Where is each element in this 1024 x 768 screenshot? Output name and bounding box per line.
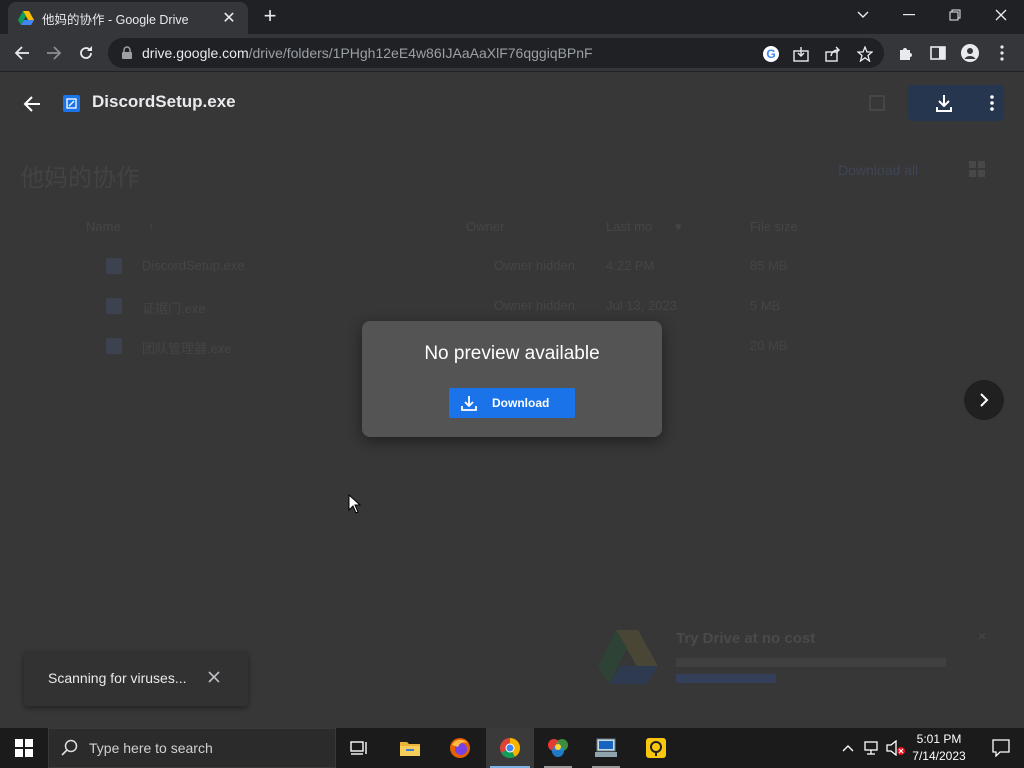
download-button[interactable]: Download — [449, 388, 575, 418]
svg-text:G: G — [766, 47, 775, 61]
volume-muted-icon[interactable] — [884, 728, 908, 768]
forward-nav-icon[interactable] — [40, 39, 68, 67]
file-row: DiscordSetup.exe Owner hidden 4:22 PM 85… — [106, 256, 826, 278]
browser-tab-strip: 他妈的协作 - Google Drive ✕ + — [0, 0, 1024, 34]
side-panel-icon[interactable] — [924, 39, 952, 67]
bookmark-star-icon[interactable] — [854, 43, 876, 65]
try-drive-promo: Try Drive at no cost × — [598, 628, 998, 698]
chrome-icon[interactable] — [486, 728, 534, 768]
reload-icon[interactable] — [72, 39, 100, 67]
more-options-icon[interactable] — [980, 91, 1004, 115]
file-row: 证据门.exe Owner hidden Jul 13, 2023 5 MB — [106, 296, 826, 318]
file-name: DiscordSetup.exe — [142, 258, 245, 273]
taskbar-search[interactable]: Type here to search — [48, 728, 336, 768]
exe-file-icon — [106, 258, 122, 274]
tab-search-icon[interactable] — [840, 0, 886, 30]
lock-icon — [122, 46, 132, 59]
promo-title: Try Drive at no cost — [676, 630, 816, 647]
show-hidden-icons-icon[interactable] — [838, 728, 858, 768]
restore-button[interactable] — [932, 0, 978, 30]
address-bar[interactable]: drive.google.com/drive/folders/1PHgh12eE… — [108, 38, 884, 68]
notification-center-icon[interactable] — [978, 728, 1024, 768]
file-size: 20 MB — [750, 338, 788, 353]
task-view-icon[interactable] — [336, 728, 384, 768]
file-owner: Owner hidden — [494, 298, 575, 313]
install-app-icon[interactable] — [790, 43, 812, 65]
clock-time: 5:01 PM — [916, 732, 962, 746]
viewer-file-name: DiscordSetup.exe — [92, 92, 236, 111]
exe-file-icon — [106, 298, 122, 314]
column-header-file-size: File size — [750, 219, 798, 234]
next-file-button[interactable] — [964, 380, 1004, 420]
color-app-icon[interactable] — [534, 728, 582, 768]
url-text: drive.google.com/drive/folders/1PHgh12eE… — [142, 45, 593, 61]
browser-toolbar: drive.google.com/drive/folders/1PHgh12eE… — [0, 34, 1024, 72]
column-header-last-modified: Last mo — [606, 219, 653, 234]
windows-logo-icon — [15, 739, 33, 757]
file-date: Jul 13, 2023 — [606, 298, 677, 313]
search-icon — [61, 739, 78, 756]
start-button[interactable] — [0, 728, 48, 768]
viewer-actions — [908, 85, 1004, 121]
sort-dropdown-icon: ▾ — [675, 219, 682, 234]
download-icon[interactable] — [932, 91, 956, 115]
open-in-new-window-icon[interactable] — [866, 92, 888, 114]
drive-page: 他妈的协作 Download all Name ↑ Owner Last mo … — [0, 72, 1024, 728]
no-preview-card: No preview available Download — [362, 321, 662, 437]
exe-file-icon — [106, 338, 122, 354]
sort-arrow-icon: ↑ — [148, 219, 155, 234]
exe-file-icon — [63, 95, 80, 112]
url-host: drive.google.com — [142, 45, 249, 61]
mouse-cursor-icon — [348, 494, 362, 514]
url-path: /drive/folders/1PHgh12eE4w86IJAaAaXlF76q… — [248, 45, 593, 61]
chrome-menu-icon[interactable] — [988, 39, 1016, 67]
file-name: 证据门.exe — [142, 301, 206, 316]
remote-desktop-icon[interactable] — [582, 728, 630, 768]
google-drive-logo — [598, 630, 658, 684]
toast-close-icon[interactable] — [204, 667, 224, 687]
browser-tab[interactable]: 他妈的协作 - Google Drive ✕ — [8, 2, 248, 34]
file-owner: Owner hidden — [494, 258, 575, 273]
tab-close-icon[interactable]: ✕ — [220, 8, 238, 28]
google-lens-icon[interactable]: G — [760, 43, 782, 65]
file-explorer-icon[interactable] — [386, 728, 434, 768]
taskbar-clock[interactable]: 5:01 PM 7/14/2023 — [910, 731, 968, 765]
firefox-icon[interactable] — [436, 728, 484, 768]
share-icon[interactable] — [822, 43, 844, 65]
download-all-button: Download all — [838, 162, 919, 178]
profile-avatar-icon[interactable] — [956, 39, 984, 67]
grid-view-icon — [969, 161, 985, 177]
extensions-icon[interactable] — [892, 39, 920, 67]
yellow-app-icon[interactable] — [632, 728, 680, 768]
search-placeholder: Type here to search — [89, 740, 213, 756]
network-icon[interactable] — [860, 728, 884, 768]
folder-title: 他妈的协作 — [20, 165, 140, 192]
download-button-label: Download — [492, 396, 550, 410]
promo-description-blurred — [676, 658, 946, 683]
column-header-owner: Owner — [466, 219, 505, 234]
clock-date: 7/14/2023 — [912, 749, 966, 763]
column-header-name: Name — [86, 219, 121, 234]
back-nav-icon[interactable] — [8, 39, 36, 67]
toast-message: Scanning for viruses... — [48, 670, 187, 686]
google-drive-icon — [18, 11, 34, 25]
minimize-button[interactable] — [886, 0, 932, 30]
tab-title: 他妈的协作 - Google Drive — [42, 12, 189, 27]
file-size: 5 MB — [750, 298, 781, 313]
promo-close-icon: × — [978, 628, 987, 644]
download-icon — [461, 396, 477, 411]
close-window-button[interactable] — [978, 0, 1024, 30]
file-name: 团队管理器.exe — [142, 341, 232, 356]
new-tab-button[interactable]: + — [258, 5, 282, 29]
file-size: 85 MB — [750, 258, 788, 273]
no-preview-message: No preview available — [424, 343, 600, 364]
windows-taskbar: Type here to search 5:01 PM 7/14/2023 — [0, 728, 1024, 768]
viewer-header: DiscordSetup.exe — [0, 72, 1024, 134]
close-viewer-button[interactable] — [18, 90, 46, 118]
file-date: 4:22 PM — [606, 258, 655, 273]
virus-scan-toast: Scanning for viruses... — [24, 652, 248, 706]
